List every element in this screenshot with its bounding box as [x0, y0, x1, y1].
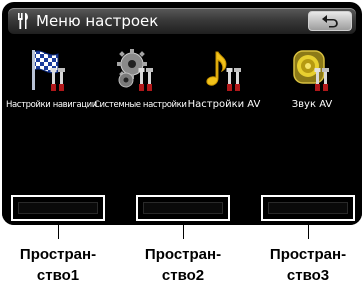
- callout-space-1: Простран- ство1: [8, 244, 108, 286]
- menu-item-label: Звук AV: [291, 99, 333, 110]
- space-slot-1[interactable]: [11, 195, 105, 221]
- menu-item-navigation-settings[interactable]: Настройки навигации: [6, 46, 97, 124]
- menu-item-label: Настройки AV: [187, 99, 261, 110]
- system-gear-icon: [112, 46, 160, 94]
- leader-line-2: [183, 221, 184, 239]
- callout-line-2: ство2: [161, 267, 205, 284]
- callout-line-2: ство3: [286, 267, 330, 284]
- callout-space-3: Простран- ство3: [258, 244, 358, 286]
- callout-line-1: Простран-: [19, 246, 97, 263]
- music-note-icon: [200, 46, 248, 94]
- callout-line-1: Простран-: [269, 246, 347, 263]
- callout-line-2: ство1: [36, 267, 80, 284]
- back-button[interactable]: [308, 11, 352, 31]
- menu-item-label: Настройки навигации: [6, 100, 97, 110]
- callout-space-2: Простран- ство2: [133, 244, 233, 286]
- menu-item-av-settings[interactable]: Настройки AV: [182, 46, 266, 124]
- space-slot-3[interactable]: [261, 195, 355, 221]
- speaker-icon: [288, 46, 336, 94]
- leader-line-1: [58, 221, 59, 239]
- callout-line-1: Простран-: [144, 246, 222, 263]
- title-bar: Меню настроек: [8, 8, 356, 34]
- page-title: Меню настроек: [36, 12, 159, 30]
- menu-item-system-settings[interactable]: Системные настройки: [94, 46, 187, 124]
- space-slot-2[interactable]: [136, 195, 230, 221]
- leader-line-3: [308, 221, 309, 239]
- device-screen: Меню настроек Настройки навигации Систем…: [2, 2, 362, 225]
- menu-item-label: Системные настройки: [94, 100, 187, 110]
- navigation-flag-icon: [24, 46, 72, 94]
- menu-item-av-sound[interactable]: Звук AV: [270, 46, 354, 124]
- settings-fork-icon: [16, 12, 30, 30]
